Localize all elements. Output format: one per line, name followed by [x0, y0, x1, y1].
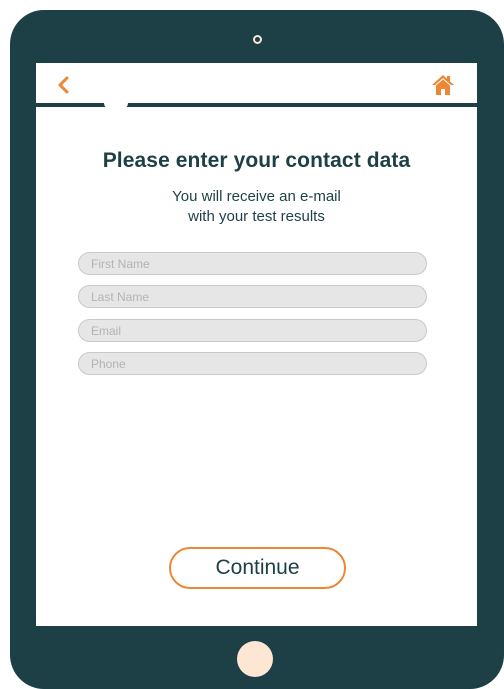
continue-button[interactable]: Continue [169, 547, 346, 589]
email-field[interactable] [78, 319, 427, 342]
camera-icon [253, 35, 262, 44]
chevron-left-icon [58, 76, 69, 94]
last-name-field[interactable] [78, 285, 427, 308]
home-button[interactable] [431, 73, 455, 97]
header-divider [36, 103, 477, 107]
first-name-field[interactable] [78, 252, 427, 275]
top-bar [36, 63, 477, 103]
phone-field[interactable] [78, 352, 427, 375]
home-icon [432, 75, 454, 95]
subtitle-line-1: You will receive an e-mail [172, 188, 341, 205]
header-notch [104, 103, 128, 109]
subtitle-line-2: with your test results [188, 208, 325, 225]
page-title: Please enter your contact data [102, 149, 411, 172]
hardware-home-button[interactable] [237, 641, 273, 677]
page-subtitle: You will receive an e-mail with your tes… [36, 187, 477, 227]
back-button[interactable] [54, 75, 74, 95]
app-screen: Please enter your contact data You will … [36, 63, 477, 626]
